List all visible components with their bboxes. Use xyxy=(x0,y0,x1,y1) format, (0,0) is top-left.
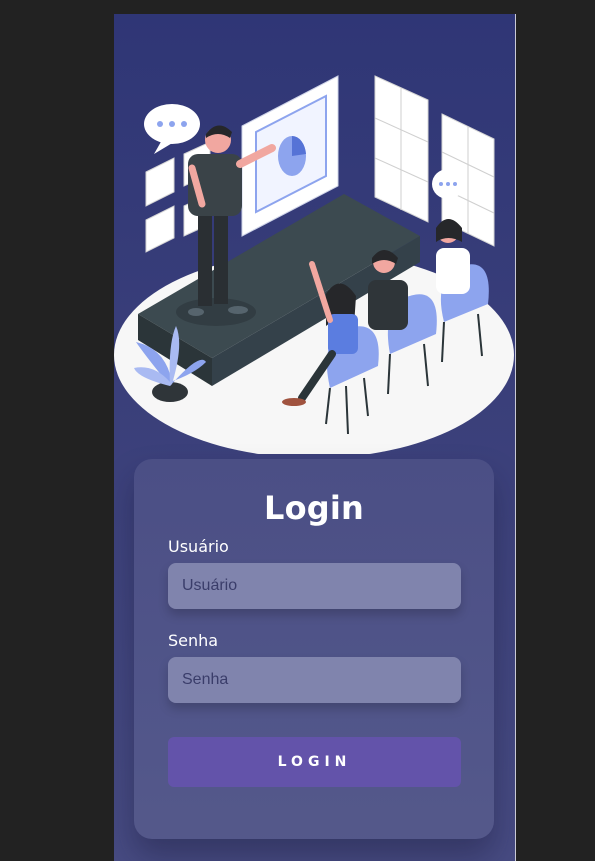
window-icon xyxy=(374,75,429,223)
login-title: Login xyxy=(263,489,365,527)
password-label: Senha xyxy=(168,631,219,650)
login-card: Login Usuário Senha LOGIN xyxy=(134,459,494,839)
username-input[interactable] xyxy=(168,563,461,609)
password-input[interactable] xyxy=(168,657,461,703)
speech-bubble-icon xyxy=(144,104,200,154)
classroom-illustration: ? xyxy=(114,75,514,454)
username-label: Usuário xyxy=(168,537,229,556)
speech-bubble-icon xyxy=(432,169,464,199)
login-screen: ? xyxy=(114,14,516,861)
login-button[interactable]: LOGIN xyxy=(168,737,461,787)
